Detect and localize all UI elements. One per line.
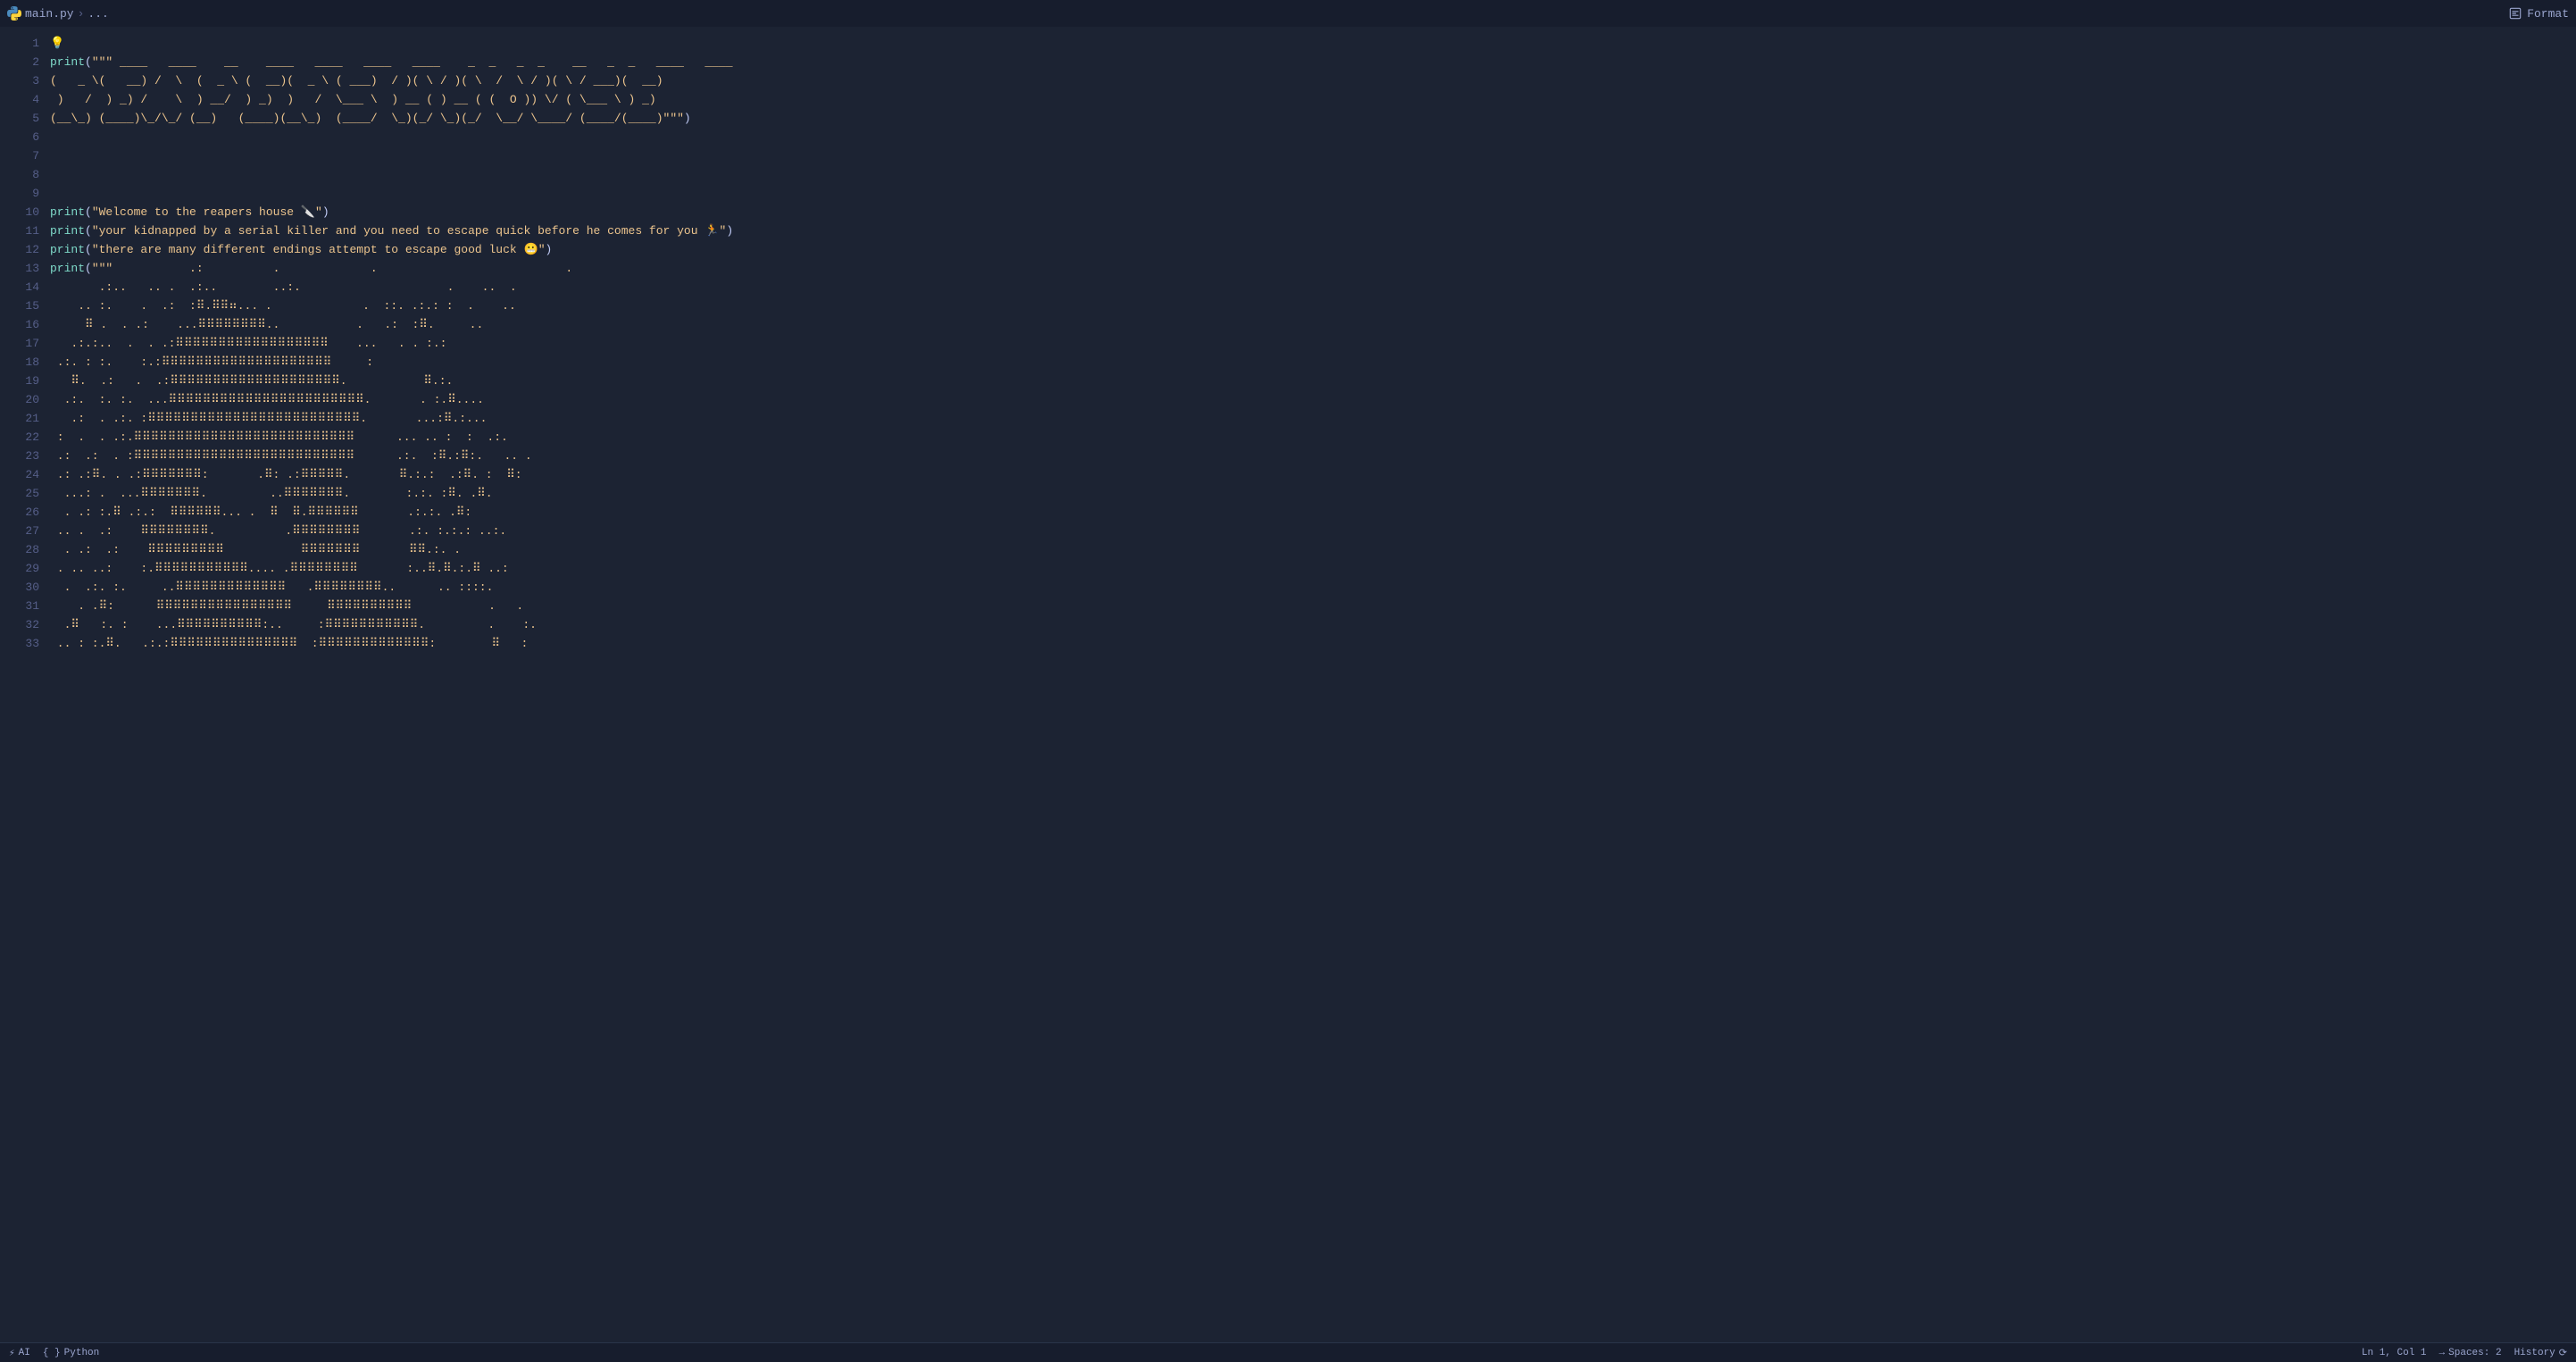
code-line: .. : :.⠿. .:.:⠿⠿⠿⠿⠿⠿⠿⠿⠿⠿⠿⠿⠿⠿⠿ :⠿⠿⠿⠿⠿⠿⠿⠿⠿… [50, 634, 2576, 653]
line-number: 12 [0, 240, 39, 259]
line-number: 4 [0, 90, 39, 109]
code-line: .. . .: ⠿⠿⠿⠿⠿⠿⠿⠿. .⠿⠿⠿⠿⠿⠿⠿⠿ .:. :.:.: ..… [50, 522, 2576, 540]
code-line: .. :. . .: :⠿.⠿⠿⠶... . . ::. .:.: : . .. [50, 297, 2576, 315]
line-number: 24 [0, 465, 39, 484]
format-icon [2509, 7, 2522, 20]
breadcrumb-more[interactable]: ... [88, 7, 108, 21]
line-number: 2 [0, 53, 39, 71]
line-number: 8 [0, 165, 39, 184]
tab-bar: main.py › ... Format [0, 0, 2576, 27]
code-line: print(""" ____ ____ __ ____ ____ ____ __… [50, 53, 2576, 71]
code-line: .: .:⠿. . .:⠿⠿⠿⠿⠿⠿⠿: .⠿: .:⠿⠿⠿⠿⠿. ⠿.:.: … [50, 465, 2576, 484]
code-line: .:.:.. . . .:⠿⠿⠿⠿⠿⠿⠿⠿⠿⠿⠿⠿⠿⠿⠿⠿⠿⠿ ... . . … [50, 334, 2576, 353]
line-number: 27 [0, 522, 39, 540]
gutter: 1234567891011121314151617181920212223242… [0, 27, 50, 1342]
line-number: 21 [0, 409, 39, 428]
code-line [50, 146, 2576, 165]
code-line: . .: .: ⠿⠿⠿⠿⠿⠿⠿⠿⠿ ⠿⠿⠿⠿⠿⠿⠿ ⠿⠿.:. . [50, 540, 2576, 559]
line-number: 15 [0, 297, 39, 315]
line-number: 20 [0, 390, 39, 409]
code-line [50, 184, 2576, 203]
line-number: 14 [0, 278, 39, 297]
line-number: 3 [0, 71, 39, 90]
code-line: ⠿ . . .: ...⠿⠿⠿⠿⠿⠿⠿⠿.. . .: :⠿. .. [50, 315, 2576, 334]
code-line: .⠿ :. : ...⠿⠿⠿⠿⠿⠿⠿⠿⠿⠿:.. :⠿⠿⠿⠿⠿⠿⠿⠿⠿⠿⠿. .… [50, 615, 2576, 634]
code-line: 💡 [50, 34, 2576, 53]
tab-left: main.py › ... [7, 6, 109, 21]
code-line: .:.. .. . .:.. ..:. . .. . [50, 278, 2576, 297]
format-label: Format [2527, 7, 2569, 21]
code-line: print("Welcome to the reapers house 🔪") [50, 203, 2576, 221]
history-button[interactable]: History ⟳ [2514, 1347, 2567, 1359]
line-number: 23 [0, 447, 39, 465]
editor-container: 1234567891011121314151617181920212223242… [0, 27, 2576, 1342]
status-right: Ln 1, Col 1 → Spaces: 2 History ⟳ [2362, 1347, 2567, 1359]
ai-button[interactable]: ⚡ AI [9, 1347, 30, 1359]
status-bar: ⚡ AI { } Python Ln 1, Col 1 → Spaces: 2 … [0, 1342, 2576, 1362]
code-line: (__\_) (____)\_/\_/ (__) (____)(__\_) (_… [50, 109, 2576, 128]
code-line: .:. : :. :.:⠿⠿⠿⠿⠿⠿⠿⠿⠿⠿⠿⠿⠿⠿⠿⠿⠿⠿⠿⠿ : [50, 353, 2576, 372]
code-line: .: .: . :⠿⠿⠿⠿⠿⠿⠿⠿⠿⠿⠿⠿⠿⠿⠿⠿⠿⠿⠿⠿⠿⠿⠿⠿⠿⠿ .:. … [50, 447, 2576, 465]
line-number: 9 [0, 184, 39, 203]
line-number: 18 [0, 353, 39, 372]
code-line: ⠿. .: . .:⠿⠿⠿⠿⠿⠿⠿⠿⠿⠿⠿⠿⠿⠿⠿⠿⠿⠿⠿⠿. ⠿.:. [50, 372, 2576, 390]
line-number: 31 [0, 597, 39, 615]
line-number: 28 [0, 540, 39, 559]
line-number: 6 [0, 128, 39, 146]
status-left: ⚡ AI { } Python [9, 1347, 99, 1359]
code-line [50, 128, 2576, 146]
line-number: 32 [0, 615, 39, 634]
format-button[interactable]: Format [2509, 7, 2569, 21]
code-line: . .. ..: :.⠿⠿⠿⠿⠿⠿⠿⠿⠿⠿⠿.... .⠿⠿⠿⠿⠿⠿⠿⠿ :..… [50, 559, 2576, 578]
line-number: 5 [0, 109, 39, 128]
code-line: print("there are many different endings … [50, 240, 2576, 259]
line-number: 16 [0, 315, 39, 334]
line-number: 13 [0, 259, 39, 278]
line-number: 33 [0, 634, 39, 653]
breadcrumb[interactable]: main.py › ... [7, 6, 109, 21]
breadcrumb-separator: › [78, 7, 85, 21]
cursor-position[interactable]: Ln 1, Col 1 [2362, 1348, 2427, 1358]
code-area[interactable]: 💡print(""" ____ ____ __ ____ ____ ____ _… [50, 27, 2576, 1342]
indent-indicator[interactable]: → Spaces: 2 [2439, 1348, 2502, 1358]
line-number: 10 [0, 203, 39, 221]
code-line: .: . .:. :⠿⠿⠿⠿⠿⠿⠿⠿⠿⠿⠿⠿⠿⠿⠿⠿⠿⠿⠿⠿⠿⠿⠿⠿⠿. ...… [50, 409, 2576, 428]
language-indicator[interactable]: { } Python [43, 1347, 99, 1359]
line-number: 11 [0, 221, 39, 240]
line-number: 25 [0, 484, 39, 503]
filename: main.py [25, 7, 74, 21]
code-line: . .:. :. ..⠿⠿⠿⠿⠿⠿⠿⠿⠿⠿⠿⠿⠿ .⠿⠿⠿⠿⠿⠿⠿⠿.. .. … [50, 578, 2576, 597]
line-number: 7 [0, 146, 39, 165]
line-number: 22 [0, 428, 39, 447]
code-line: ...: . ...⠿⠿⠿⠿⠿⠿⠿. ..⠿⠿⠿⠿⠿⠿⠿. :.:. :⠿. .… [50, 484, 2576, 503]
code-line: ) / ) _) / \ ) __/ ) _) ) / \___ \ ) __ … [50, 90, 2576, 109]
line-number: 17 [0, 334, 39, 353]
code-line: print(""" .: . . . [50, 259, 2576, 278]
line-number: 19 [0, 372, 39, 390]
code-line: .:. :. :. ...⠿⠿⠿⠿⠿⠿⠿⠿⠿⠿⠿⠿⠿⠿⠿⠿⠿⠿⠿⠿⠿⠿⠿. . … [50, 390, 2576, 409]
line-number: 26 [0, 503, 39, 522]
line-number: 30 [0, 578, 39, 597]
python-icon [7, 6, 21, 21]
code-line: ( _ \( __) / \ ( _ \ ( __)( _ \ ( ___) /… [50, 71, 2576, 90]
code-line: . .⠿: ⠿⠿⠿⠿⠿⠿⠿⠿⠿⠿⠿⠿⠿⠿⠿⠿ ⠿⠿⠿⠿⠿⠿⠿⠿⠿⠿ . . [50, 597, 2576, 615]
code-line: . .: :.⠿ .:.: ⠿⠿⠿⠿⠿⠿... . ⠿ ⠿.⠿⠿⠿⠿⠿⠿ .:.… [50, 503, 2576, 522]
line-number: 29 [0, 559, 39, 578]
line-number: 1 [0, 34, 39, 53]
code-line: : . . .:.⠿⠿⠿⠿⠿⠿⠿⠿⠿⠿⠿⠿⠿⠿⠿⠿⠿⠿⠿⠿⠿⠿⠿⠿⠿⠿ ... … [50, 428, 2576, 447]
code-line [50, 165, 2576, 184]
code-line: print("your kidnapped by a serial killer… [50, 221, 2576, 240]
